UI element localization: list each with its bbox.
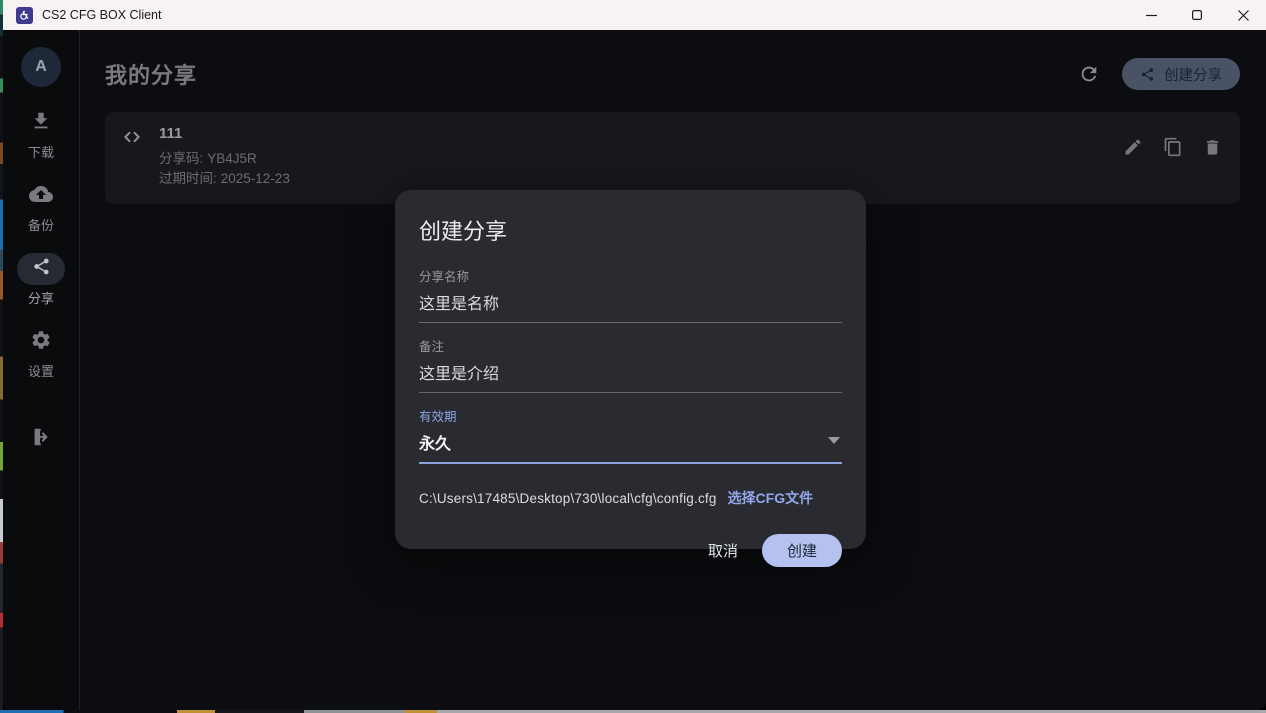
cloud-upload-icon	[29, 182, 53, 211]
validity-value: 永久	[419, 436, 451, 453]
sidebar-item-download[interactable]: 下载	[28, 107, 54, 161]
sidebar-item-settings[interactable]: 设置	[28, 326, 54, 380]
note-label: 备注	[419, 336, 842, 355]
sidebar-item-label: 设置	[28, 361, 54, 380]
logout-icon	[30, 426, 52, 453]
cancel-button[interactable]: 取消	[708, 540, 738, 561]
refresh-icon	[1078, 63, 1100, 85]
main-header: 我的分享 创建分享	[105, 58, 1240, 90]
pencil-icon	[1123, 137, 1143, 157]
share-code-value: YB4J5R	[207, 151, 257, 166]
validity-label: 有效期	[419, 406, 842, 425]
share-icon	[1140, 67, 1155, 82]
share-expire-row: 过期时间: 2025-12-23	[159, 169, 1123, 189]
titlebar: CS2 CFG BOX Client	[3, 0, 1266, 30]
edit-button[interactable]	[1123, 137, 1143, 162]
cfg-file-path: C:\Users\17485\Desktop\730\local\cfg\con…	[419, 491, 717, 506]
window-title: CS2 CFG BOX Client	[42, 8, 1128, 22]
share-icon	[32, 257, 51, 281]
file-row: C:\Users\17485\Desktop\730\local\cfg\con…	[419, 488, 842, 508]
gear-icon	[30, 329, 52, 356]
dialog-actions: 取消 创建	[419, 534, 842, 567]
create-share-button[interactable]: 创建分享	[1122, 58, 1240, 90]
page-title: 我的分享	[105, 58, 1078, 90]
sidebar-item-label: 分享	[28, 288, 54, 307]
create-share-dialog: 创建分享 分享名称 这里是名称 备注 这里是介绍 有效期 永久 C:\Users…	[395, 190, 866, 549]
share-name-input[interactable]: 这里是名称	[419, 290, 842, 323]
logout-button[interactable]	[30, 423, 52, 455]
copy-button[interactable]	[1163, 137, 1183, 162]
share-info: 111 分享码: YB4J5R 过期时间: 2025-12-23	[159, 125, 1123, 189]
sidebar-item-share[interactable]: 分享	[17, 253, 65, 307]
share-name-label: 分享名称	[419, 266, 842, 285]
share-name-field: 分享名称 这里是名称	[419, 266, 842, 323]
trash-icon	[1203, 138, 1222, 157]
sidebar-item-backup[interactable]: 备份	[28, 180, 54, 234]
sidebar: A 下载 备份 分享	[3, 30, 80, 710]
code-icon	[121, 127, 143, 152]
choose-cfg-file-button[interactable]: 选择CFG文件	[728, 488, 814, 508]
create-button[interactable]: 创建	[762, 534, 842, 567]
sidebar-item-label: 备份	[28, 215, 54, 234]
share-name: 111	[159, 125, 1123, 142]
sidebar-item-label: 下载	[28, 142, 54, 161]
share-code-label: 分享码:	[159, 151, 203, 166]
minimize-button[interactable]	[1128, 0, 1174, 30]
share-expire-label: 过期时间:	[159, 171, 217, 186]
avatar[interactable]: A	[21, 47, 61, 87]
share-expire-value: 2025-12-23	[221, 171, 290, 186]
create-share-button-label: 创建分享	[1164, 64, 1222, 85]
validity-field: 有效期 永久	[419, 406, 842, 464]
download-icon	[30, 110, 52, 137]
validity-select[interactable]: 永久	[419, 430, 842, 464]
chevron-down-icon	[828, 437, 840, 444]
delete-button[interactable]	[1203, 138, 1222, 162]
app-logo-icon	[16, 7, 33, 24]
note-input[interactable]: 这里是介绍	[419, 360, 842, 393]
refresh-button[interactable]	[1078, 63, 1100, 85]
close-button[interactable]	[1220, 0, 1266, 30]
maximize-button[interactable]	[1174, 0, 1220, 30]
card-actions	[1123, 137, 1222, 162]
note-field: 备注 这里是介绍	[419, 336, 842, 393]
share-code-row: 分享码: YB4J5R	[159, 149, 1123, 169]
copy-icon	[1163, 137, 1183, 157]
dialog-title: 创建分享	[419, 214, 842, 246]
